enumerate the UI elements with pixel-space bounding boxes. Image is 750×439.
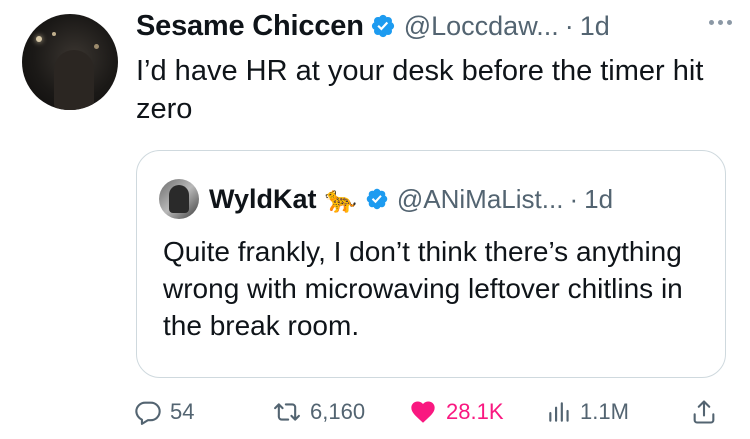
quoted-author-name[interactable]: WyldKat (209, 184, 317, 215)
tweet-header: Sesame Chiccen @Loccdaw... · 1d (136, 6, 610, 46)
share-icon (693, 400, 715, 424)
reply-icon (135, 401, 161, 425)
avatar-light (36, 36, 42, 42)
author-name[interactable]: Sesame Chiccen (136, 10, 364, 43)
views-button[interactable]: 1.1M (546, 392, 629, 432)
like-icon (411, 401, 435, 423)
views-count: 1.1M (580, 399, 629, 424)
quoted-avatar-figure (169, 185, 189, 213)
verified-icon (371, 14, 394, 38)
more-dot (718, 20, 723, 25)
views-icon (549, 402, 569, 422)
like-count: 28.1K (446, 399, 504, 424)
more-dot (709, 20, 714, 25)
action-bar: 54 6,160 28.1K 1.1M (0, 392, 750, 432)
quoted-text: Quite frankly, I don’t think there’s any… (163, 236, 683, 341)
leopard-emoji: 🐆 (324, 183, 357, 214)
verified-icon (366, 188, 388, 210)
quoted-tweet[interactable]: WyldKat 🐆 @ANiMaList... · 1d Quite frank… (136, 150, 726, 378)
retweet-button[interactable]: 6,160 (272, 392, 365, 432)
separator-dot: · (564, 10, 574, 41)
retweet-icon (274, 403, 300, 421)
avatar-figure (54, 50, 94, 110)
tweet-time[interactable]: 1d (580, 11, 610, 42)
more-icon[interactable] (709, 20, 732, 25)
avatar-light (94, 44, 99, 49)
separator-dot: · (569, 183, 579, 214)
tweet-text: I’d have HR at your desk before the time… (136, 55, 704, 125)
quoted-time[interactable]: 1d (584, 184, 613, 215)
avatar-light (52, 32, 56, 36)
share-button[interactable] (690, 392, 718, 432)
retweet-count: 6,160 (310, 399, 366, 424)
more-dot (727, 20, 732, 25)
reply-button[interactable]: 54 (134, 392, 194, 432)
quoted-avatar[interactable] (159, 179, 199, 219)
like-button[interactable]: 28.1K (408, 392, 504, 432)
quoted-author-handle[interactable]: @ANiMaList... (397, 184, 564, 215)
quoted-header: WyldKat 🐆 @ANiMaList... · 1d (159, 179, 613, 219)
author-handle[interactable]: @Loccdaw... (404, 11, 559, 42)
avatar[interactable] (22, 14, 118, 110)
reply-count: 54 (170, 399, 195, 424)
